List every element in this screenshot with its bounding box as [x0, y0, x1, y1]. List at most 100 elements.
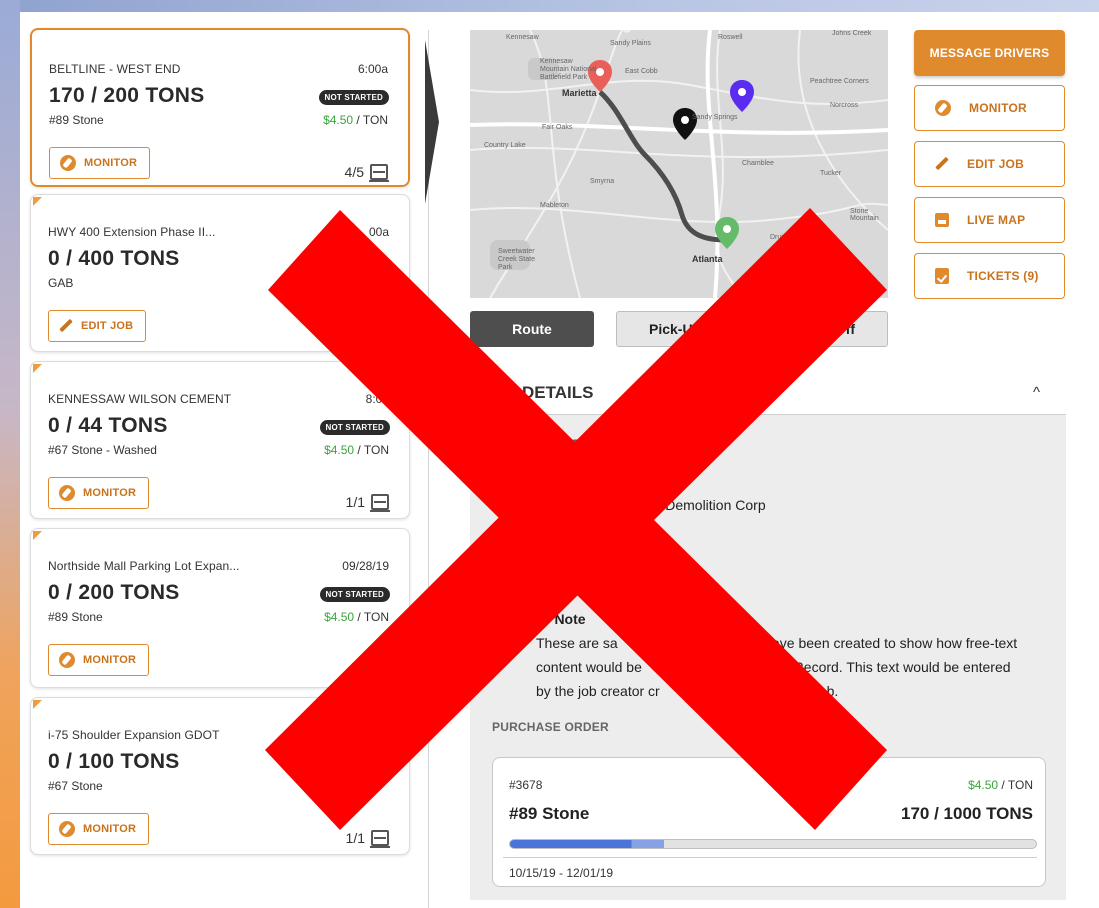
monitor-button[interactable]: MONITOR: [48, 477, 150, 509]
map-pin-icon: [730, 80, 754, 112]
truck-count: 1/1: [346, 494, 390, 512]
job-name: BELTLINE - WEST END: [49, 62, 181, 76]
po-rate: $4.50 / TON: [968, 778, 1033, 792]
edit-job-action-button[interactable]: EDIT JOB: [914, 141, 1065, 187]
po-divider: [503, 857, 1037, 858]
truck-count: 1/1: [345, 830, 390, 848]
truck-count-value: 3/: [377, 661, 389, 677]
map-label: Kennesaw: [506, 34, 539, 41]
job-notes-text: content would be: [536, 659, 642, 675]
job-card[interactable]: BELTLINE - WEST END 6:00a 170 / 200 TONS…: [30, 28, 410, 187]
map-label: Sandy Plains: [610, 40, 651, 47]
company-name: & Demolition Corp: [652, 497, 766, 513]
truck-count-value: 1/1: [345, 830, 365, 846]
job-name: KENNESSAW WILSON CEMENT: [48, 392, 232, 406]
job-material: #67 Stone: [48, 779, 103, 793]
monitor-button-label: MONITOR: [83, 487, 137, 499]
rate-price: $4.50: [323, 113, 354, 127]
chevron-up-icon[interactable]: ^: [1033, 384, 1040, 401]
job-material: GAB: [48, 276, 74, 290]
rate-unit: / TON: [353, 113, 388, 127]
po-tons: 170 / 1000 TONS: [901, 804, 1033, 823]
compass-icon: [60, 155, 76, 171]
truck-count: 3/: [377, 661, 389, 677]
job-rate: $4.50 / TON: [324, 443, 389, 457]
rate-price: $4.50: [324, 443, 355, 457]
map-pin-icon: [673, 108, 697, 140]
window-frame-top: [0, 0, 1099, 12]
job-tons: 0 / 44 TONS: [48, 414, 168, 437]
map-label: Roswell: [718, 34, 743, 41]
job-notes-text: ave been created to show how free-text: [772, 635, 1018, 651]
map-label: Tucker: [820, 170, 842, 177]
compass-icon: [59, 485, 75, 501]
map-label: Smyrna: [590, 178, 615, 185]
map-label: Country Lake: [484, 142, 526, 149]
monitor-action-button[interactable]: MONITOR: [914, 85, 1065, 131]
map-label: Fair Oaks: [542, 124, 573, 131]
po-rate-unit: / TON: [998, 778, 1033, 792]
monitor-button[interactable]: MONITOR: [48, 644, 150, 676]
compass-icon: [59, 652, 75, 668]
live-map-button[interactable]: LIVE MAP: [914, 197, 1065, 243]
details-title: DETAILS: [522, 383, 594, 402]
map-label: Sweetwater Creek State Park: [498, 248, 535, 271]
map-label: Druid Hills: [770, 234, 802, 241]
map-city-label: Marietta: [562, 88, 597, 98]
edit-job-button[interactable]: EDIT JOB: [48, 310, 147, 342]
monitor-button[interactable]: MONITOR: [48, 813, 150, 845]
purchase-order-card[interactable]: #3678 $4.50 / TON #89 Stone 170 / 1000 T…: [492, 757, 1046, 887]
image-icon: [935, 213, 949, 227]
map-label: Johns Creek: [832, 30, 872, 37]
job-notes-text: e job.: [804, 683, 839, 699]
rate-price: $4.50: [324, 610, 355, 624]
pencil-icon: [59, 319, 73, 333]
map-label: Mableton: [540, 202, 569, 209]
map-city-label: Atlanta: [692, 254, 723, 264]
status-badge: NOT STARTED: [318, 90, 389, 105]
po-material: #89 Stone: [509, 804, 590, 823]
monitor-button[interactable]: MONITOR: [49, 147, 151, 179]
corner-flag: [33, 531, 42, 540]
edit-job-action-label: EDIT JOB: [967, 157, 1024, 171]
job-notes-text: These are sa: [536, 635, 618, 651]
monitor-action-label: MONITOR: [969, 101, 1027, 115]
job-rate: $4.50 / TON: [324, 610, 389, 624]
job-tons: 0 / 200 TONS: [48, 581, 180, 604]
po-progress-fill: [510, 840, 665, 848]
corner-flag: [33, 700, 42, 709]
compass-icon: [59, 821, 75, 837]
route-tab[interactable]: Route: [470, 311, 594, 347]
job-name: i-75 Shoulder Expansion GDOT: [48, 728, 220, 742]
job-card[interactable]: Northside Mall Parking Lot Expan... 09/2…: [30, 528, 410, 688]
route-map[interactable]: Kennesaw Sandy Plains Roswell Johns Cree…: [470, 30, 888, 298]
map-label: Chamblee: [742, 160, 774, 167]
po-dates: 10/15/19 - 12/01/19: [509, 866, 614, 880]
edit-job-button-label: EDIT JOB: [81, 320, 134, 332]
monitor-button-label: MONITOR: [83, 823, 137, 835]
rate-unit: / TON: [354, 443, 389, 457]
job-time: 09/28/19: [342, 559, 389, 573]
job-tons: 170 / 200 TONS: [49, 84, 205, 107]
map-label: Norcross: [830, 102, 859, 109]
tickets-button[interactable]: TICKETS (9): [914, 253, 1065, 299]
job-material: #67 Stone - Washed: [48, 443, 157, 457]
pickup-dropoff-tab[interactable]: Pick-U ff: [616, 311, 888, 347]
dropoff-tab-label: ff: [845, 321, 855, 337]
map-label: Stone Mountain: [850, 208, 879, 222]
tickets-label: TICKETS (9): [967, 269, 1039, 283]
map-label: East Cobb: [625, 68, 658, 75]
live-map-label: LIVE MAP: [967, 213, 1026, 227]
truck-count: 4/5: [345, 164, 389, 182]
po-number: #3678: [509, 778, 543, 792]
job-card[interactable]: HWY 400 Extension Phase II... 00a 0 / 40…: [30, 194, 410, 352]
job-card[interactable]: i-75 Shoulder Expansion GDOT 0 / 100 TON…: [30, 697, 410, 855]
job-name: Northside Mall Parking Lot Expan...: [48, 559, 240, 573]
truck-icon: [370, 830, 390, 848]
message-drivers-button[interactable]: MESSAGE DRIVERS: [914, 30, 1065, 76]
job-card[interactable]: KENNESSAW WILSON CEMENT 8:00 0 / 44 TONS…: [30, 361, 410, 519]
job-notes-text: b Record. This text would be entered: [782, 659, 1011, 675]
map-label: Peachtree Corners: [810, 78, 869, 85]
compass-icon: [935, 100, 951, 116]
job-time: 8:00: [365, 392, 389, 406]
